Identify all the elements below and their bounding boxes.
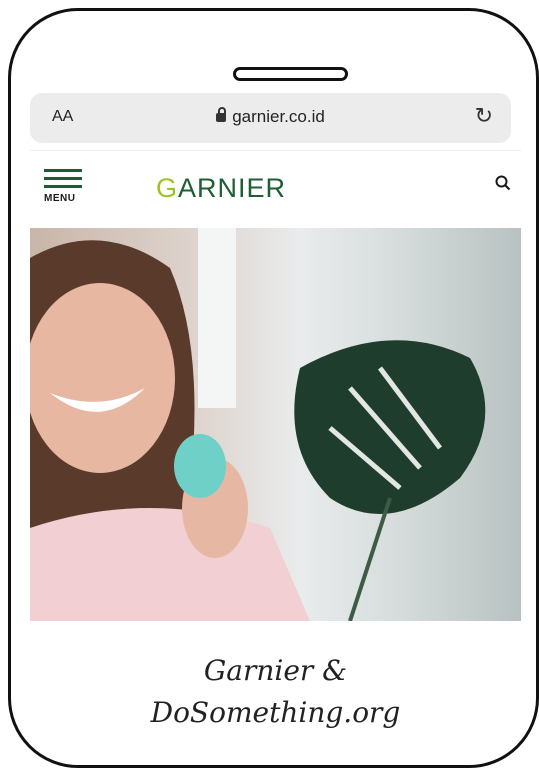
face-shape [30,283,175,473]
product-shape [174,434,226,498]
hamburger-icon-line [44,185,82,188]
reload-icon[interactable]: ↻ [475,103,493,129]
article-title: Garnier & DoSomething.org [150,654,401,729]
leaf-shape [294,340,486,514]
phone-speaker [233,67,348,81]
window-light [198,228,236,408]
site-header: MENU GARNIER [30,150,521,229]
hamburger-icon-line [44,177,82,180]
search-icon[interactable] [495,175,511,191]
browser-address-bar[interactable]: AA garnier.co.id ↻ [30,93,511,143]
sweater-shape [30,508,310,621]
menu-label: MENU [44,193,76,204]
menu-button[interactable]: MENU [44,169,84,204]
lock-icon [216,107,227,122]
url-text: garnier.co.id [232,107,325,126]
garnier-logo[interactable]: GARNIER [156,173,286,204]
hero-illustration [30,228,486,621]
hamburger-icon-line [44,169,82,172]
hero-image [30,228,521,621]
leaf-stem [348,497,392,621]
url-display[interactable]: garnier.co.id [30,107,511,127]
